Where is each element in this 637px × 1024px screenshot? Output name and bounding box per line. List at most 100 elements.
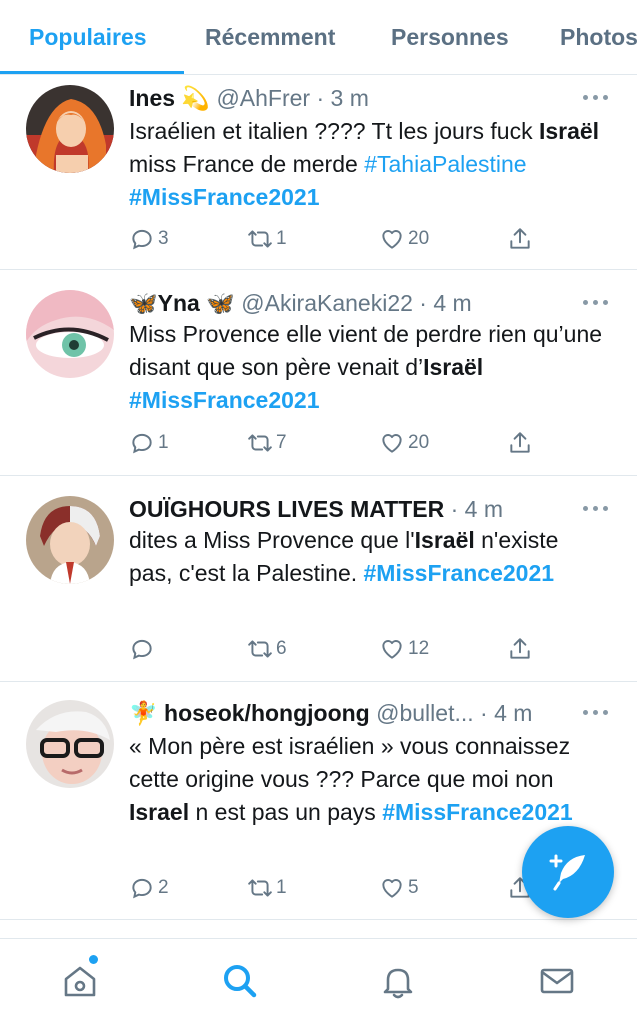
tweet-text: dites a Miss Provence que l'Israël n'exi… bbox=[129, 524, 607, 590]
handle[interactable]: @AkiraKaneki22 bbox=[241, 290, 413, 316]
like-button[interactable]: 20 bbox=[379, 428, 429, 458]
tweet-header: Ines 💫 @AhFrer · 3 m bbox=[129, 85, 369, 111]
tab-recemment[interactable]: Récemment bbox=[205, 24, 335, 51]
reply-icon bbox=[132, 433, 152, 454]
retweet-button[interactable]: 1 bbox=[247, 873, 287, 903]
like-button[interactable]: 20 bbox=[379, 224, 429, 254]
tweet-header: 🦋Yna 🦋 @AkiraKaneki22 · 4 m bbox=[129, 290, 472, 316]
display-name[interactable]: Yna bbox=[158, 290, 200, 316]
like-button[interactable]: 5 bbox=[379, 873, 419, 903]
heart-icon bbox=[382, 434, 402, 453]
nav-home[interactable] bbox=[60, 961, 100, 1001]
share-button[interactable] bbox=[507, 224, 533, 254]
timestamp: 3 m bbox=[330, 85, 369, 111]
share-icon bbox=[510, 638, 530, 659]
compose-tweet-button[interactable] bbox=[522, 826, 614, 918]
hashtag-link[interactable]: #MissFrance2021 bbox=[382, 799, 573, 825]
avatar[interactable] bbox=[26, 290, 114, 378]
timestamp: 4 m bbox=[494, 700, 533, 726]
bold-keyword: Israël bbox=[414, 527, 475, 553]
hashtag-link[interactable]: #TahiaPalestine bbox=[364, 151, 526, 177]
tab-populaires[interactable]: Populaires bbox=[29, 24, 147, 51]
tweet-actions: 1 7 20 bbox=[129, 428, 539, 458]
reply-button[interactable]: 3 bbox=[129, 224, 169, 254]
bell-icon bbox=[383, 968, 413, 999]
tab-personnes[interactable]: Personnes bbox=[391, 24, 509, 51]
handle[interactable]: @AhFrer bbox=[216, 85, 310, 111]
retweet-icon bbox=[248, 640, 272, 658]
avatar[interactable] bbox=[26, 496, 114, 584]
heart-icon bbox=[382, 230, 402, 249]
nav-notifications[interactable] bbox=[378, 961, 418, 1001]
reply-button[interactable]: 1 bbox=[129, 428, 169, 458]
tweet[interactable]: 🦋Yna 🦋 @AkiraKaneki22 · 4 m Miss Provenc… bbox=[0, 270, 637, 476]
retweet-button[interactable]: 7 bbox=[247, 428, 287, 458]
more-options-icon[interactable] bbox=[583, 710, 609, 716]
bold-keyword: Israël bbox=[423, 354, 484, 380]
avatar[interactable] bbox=[26, 85, 114, 173]
reply-icon bbox=[132, 639, 152, 660]
share-button[interactable] bbox=[507, 634, 533, 664]
share-icon bbox=[510, 432, 530, 453]
heart-icon bbox=[382, 640, 402, 659]
text-segment: n est pas un pays bbox=[189, 799, 383, 825]
tweet-header: 🧚 hoseok/hongjoong @bullet... · 4 m bbox=[129, 700, 533, 726]
share-button[interactable] bbox=[507, 428, 533, 458]
name-emoji: 💫 bbox=[181, 85, 211, 111]
reply-icon bbox=[132, 229, 152, 250]
hashtag-link[interactable]: #MissFrance2021 bbox=[129, 184, 320, 210]
text-segment: Miss Provence elle vient de perdre rien … bbox=[129, 321, 603, 380]
more-options-icon[interactable] bbox=[583, 300, 609, 306]
text-segment: Israélien et italien ???? Tt les jours f… bbox=[129, 118, 539, 144]
hashtag-link[interactable]: #MissFrance2021 bbox=[364, 560, 555, 586]
bold-keyword: Israël bbox=[538, 118, 600, 144]
more-options-icon[interactable] bbox=[583, 95, 609, 101]
retweet-button[interactable]: 6 bbox=[247, 634, 287, 664]
nav-messages[interactable] bbox=[537, 961, 577, 1001]
tweet-header: OUÏGHOURS LIVES MATTER · 4 m bbox=[129, 496, 503, 522]
like-count: 12 bbox=[408, 638, 430, 659]
like-count: 20 bbox=[408, 432, 430, 453]
reply-button[interactable]: 2 bbox=[129, 873, 169, 903]
like-count: 5 bbox=[408, 877, 419, 898]
avatar[interactable] bbox=[26, 700, 114, 788]
hashtag-link[interactable]: #MissFrance2021 bbox=[129, 387, 320, 413]
reply-count: 3 bbox=[158, 228, 169, 249]
tweet[interactable]: OUÏGHOURS LIVES MATTER · 4 m dites a Mis… bbox=[0, 476, 637, 682]
reply-count: 2 bbox=[158, 877, 169, 898]
retweet-count: 7 bbox=[276, 432, 287, 453]
name-emoji: 🦋 bbox=[129, 290, 158, 316]
retweet-count: 1 bbox=[276, 228, 287, 249]
display-name[interactable]: Ines bbox=[129, 85, 175, 111]
tweet-actions: 3 1 20 bbox=[129, 224, 539, 254]
compose-tweet-icon bbox=[549, 854, 585, 891]
nav-search[interactable] bbox=[220, 961, 260, 1001]
retweet-icon bbox=[248, 230, 272, 248]
retweet-count: 6 bbox=[276, 638, 287, 659]
display-name[interactable]: OUÏGHOURS LIVES MATTER bbox=[129, 496, 444, 522]
like-button[interactable]: 12 bbox=[379, 634, 429, 664]
timestamp: 4 m bbox=[464, 496, 503, 522]
reply-icon bbox=[132, 878, 152, 899]
tweet-text: « Mon père est israélien » vous connaiss… bbox=[129, 730, 607, 829]
reply-count: 1 bbox=[158, 432, 169, 453]
text-segment: miss France de merde bbox=[129, 151, 365, 177]
handle[interactable]: @bullet... bbox=[376, 700, 474, 726]
share-icon bbox=[510, 228, 530, 249]
tab-photos[interactable]: Photos bbox=[560, 24, 637, 51]
display-name[interactable]: hoseok/hongjoong bbox=[164, 700, 370, 726]
tweet-text: Israélien et italien ???? Tt les jours f… bbox=[129, 115, 607, 214]
retweet-icon bbox=[248, 434, 272, 452]
tweet[interactable]: Ines 💫 @AhFrer · 3 m Israélien et italie… bbox=[0, 75, 637, 270]
retweet-icon bbox=[248, 879, 272, 897]
home-icon bbox=[64, 966, 96, 997]
retweet-button[interactable]: 1 bbox=[247, 224, 287, 254]
retweet-count: 1 bbox=[276, 877, 287, 898]
name-emoji: 🧚 bbox=[129, 700, 158, 726]
bold-keyword: Israel bbox=[129, 799, 190, 825]
heart-icon bbox=[382, 879, 402, 898]
reply-button[interactable] bbox=[129, 634, 158, 664]
more-options-icon[interactable] bbox=[583, 506, 609, 512]
like-count: 20 bbox=[408, 228, 430, 249]
tweet-actions: 2 1 5 bbox=[129, 873, 539, 903]
